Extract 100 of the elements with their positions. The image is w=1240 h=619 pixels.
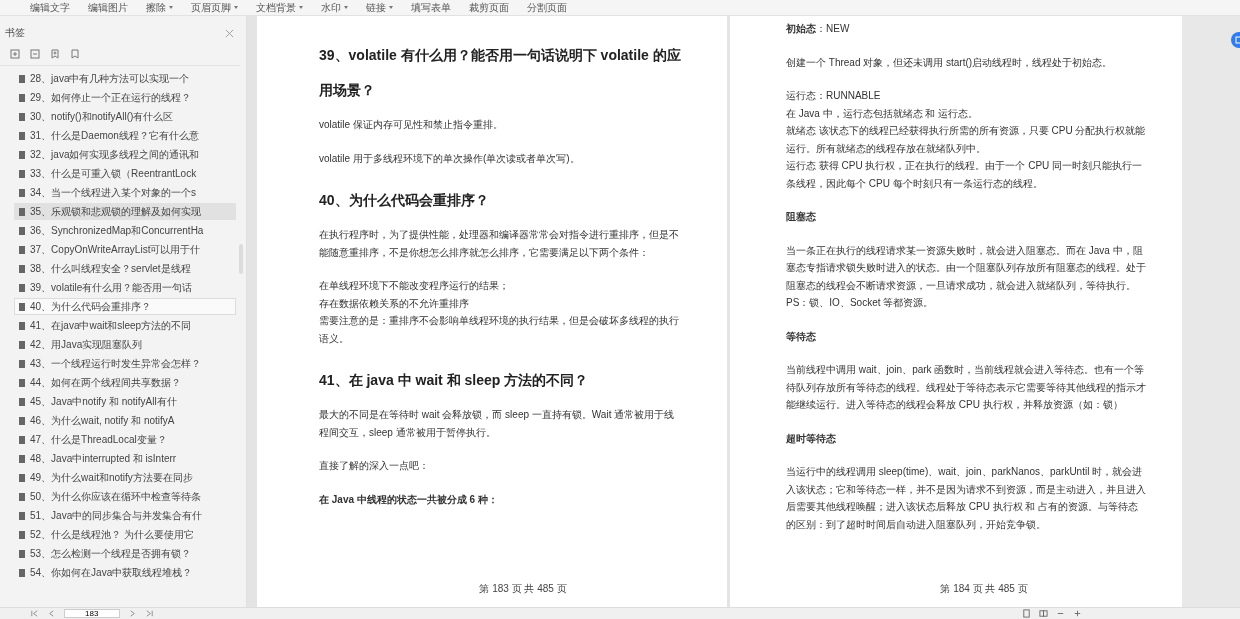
bookmark-item[interactable]: 44、如何在两个线程间共享数据？	[14, 374, 236, 391]
expand-icon[interactable]	[10, 49, 20, 59]
toolbar-button[interactable]: 编辑图片	[86, 1, 130, 14]
bookmark-item[interactable]: 47、什么是ThreadLocal变量？	[14, 431, 236, 448]
bookmark-icon	[19, 74, 25, 83]
bookmark-label: 28、java中有几种方法可以实现一个	[30, 71, 190, 86]
bookmark-item[interactable]: 32、java如何实现多线程之间的通讯和	[14, 146, 236, 163]
bookmark-item[interactable]: 48、Java中interrupted 和 isInterr	[14, 450, 236, 467]
bookmark-item[interactable]: 45、Java中notify 和 notifyAll有什	[14, 393, 236, 410]
paragraph-text: PS：锁、IO、Socket 等都资源。	[786, 296, 935, 310]
bookmark-icon	[19, 511, 25, 520]
bookmark-item[interactable]: 29、如何停止一个正在运行的线程？	[14, 89, 236, 106]
paragraph-text: volatile 用于多线程环境下的单次操作(单次读或者单次写)。	[319, 151, 581, 166]
bookmark-label: 33、什么是可重入锁（ReentrantLock	[30, 166, 197, 181]
paragraph-text: 当一条正在执行的线程请求某一资源失败时，就会进入阻塞态。而在 Java 中，阻塞态专指请求锁失败时进入的状态。由一个阻塞队列存放所有阻塞态的线程。处于阻塞态的线程会不断请求资源，一旦请求成功，就会进入就绪队列，等待执行。	[786, 243, 1147, 293]
first-page-icon[interactable]	[30, 609, 39, 618]
bookmark-icon	[19, 473, 25, 482]
section-heading: 41、在 java 中 wait 和 sleep 方法的不同？	[319, 371, 590, 390]
bookmark-item[interactable]: 36、SynchronizedMap和ConcurrentHa	[14, 222, 236, 239]
paragraph-text: 直接了解的深入一点吧：	[319, 459, 430, 473]
bookmark-icon	[19, 530, 25, 539]
bookmark-item[interactable]: 53、怎么检测一个线程是否拥有锁？	[14, 545, 236, 562]
bookmark-label: 53、怎么检测一个线程是否拥有锁？	[30, 546, 192, 561]
bookmark-item[interactable]: 49、为什么wait和notify方法要在同步	[14, 469, 236, 486]
bookmark-item[interactable]: 51、Java中的同步集合与并发集合有什	[14, 507, 236, 524]
panel-title: 书签	[5, 26, 25, 40]
paragraph-text: 存在数据依赖关系的不允许重排序	[319, 296, 470, 311]
bookmark-item[interactable]: 40、为什么代码会重排序？	[14, 298, 236, 315]
bookmark-label: 38、什么叫线程安全？servlet是线程	[30, 261, 191, 276]
bookmark-item[interactable]: 54、你如何在Java中获取线程堆栈？	[14, 564, 236, 581]
section-heading: 39、volatile 有什么用？能否用一句话说明下 volatile 的应用场景？	[319, 46, 681, 100]
toolbar-button[interactable]: 擦除	[144, 1, 175, 14]
toolbar-button[interactable]: 分割页面	[525, 1, 569, 14]
page-number: 第 183 页 共 485 页	[479, 581, 567, 596]
bookmark-icon	[19, 207, 25, 216]
caret-icon	[344, 6, 348, 9]
paragraph-text: 当前线程中调用 wait、join、park 函数时，当前线程就会进入等待态。也有一个等待队列存放所有等待态的线程。线程处于等待态表示它需要等待其他线程的指示才能继续运行。进入等待态的线程会释放 CPU 执行权，并释放资源（如：锁）	[786, 363, 1147, 412]
close-icon[interactable]	[225, 28, 234, 38]
bookmark-icon	[19, 454, 25, 463]
bookmark-item[interactable]: 30、notify()和notifyAll()有什么区	[14, 108, 236, 125]
last-page-icon[interactable]	[145, 609, 154, 618]
toolbar-button[interactable]: 链接	[364, 1, 395, 14]
bookmark-icon[interactable]	[70, 49, 80, 59]
paragraph-text: 运行态：RUNNABLE	[786, 89, 882, 103]
bookmark-icon	[19, 226, 25, 235]
bookmark-label: 42、用Java实现阻塞队列	[30, 337, 143, 352]
bookmark-item[interactable]: 34、当一个线程进入某个对象的一个s	[14, 184, 236, 201]
add-bookmark-icon[interactable]	[50, 49, 60, 59]
double-page-icon[interactable]	[1039, 609, 1048, 618]
bookmark-icon	[19, 112, 25, 121]
bookmark-label: 31、什么是Daemon线程？它有什么意	[30, 128, 199, 143]
bookmark-item[interactable]: 42、用Java实现阻塞队列	[14, 336, 236, 353]
toolbar-button[interactable]: 水印	[319, 1, 350, 14]
collapse-icon[interactable]	[30, 49, 40, 59]
bookmark-label: 34、当一个线程进入某个对象的一个s	[30, 185, 197, 200]
bookmark-item[interactable]: 38、什么叫线程安全？servlet是线程	[14, 260, 236, 277]
single-page-icon[interactable]	[1022, 609, 1031, 618]
bookmark-label: 41、在java中wait和sleep方法的不同	[30, 318, 192, 333]
bookmark-item[interactable]: 52、什么是线程池？ 为什么要使用它	[14, 526, 236, 543]
bookmark-label: 54、你如何在Java中获取线程堆栈？	[30, 565, 193, 580]
subheading: 超时等待态	[786, 431, 837, 446]
toolbar-button[interactable]: 编辑文字	[28, 1, 72, 14]
bookmark-icon	[19, 321, 25, 330]
bookmark-label: 47、什么是ThreadLocal变量？	[30, 432, 167, 447]
bookmark-label: 46、为什么wait, notify 和 notifyA	[30, 413, 175, 428]
bookmark-item[interactable]: 37、CopyOnWriteArrayList可以用于什	[14, 241, 236, 258]
next-page-icon[interactable]	[128, 609, 137, 618]
bookmark-item[interactable]: 46、为什么wait, notify 和 notifyA	[14, 412, 236, 429]
bookmark-item[interactable]: 35、乐观锁和悲观锁的理解及如何实现	[14, 203, 236, 220]
bookmark-label: 32、java如何实现多线程之间的通讯和	[30, 147, 200, 162]
paragraph-text: 在执行程序时，为了提供性能，处理器和编译器常常会对指令进行重排序，但是不能随意重排序，不是你想怎么排序就怎么排序，它需要满足以下两个条件：	[319, 228, 680, 260]
bookmark-label: 35、乐观锁和悲观锁的理解及如何实现	[30, 204, 202, 219]
bookmark-icon	[19, 150, 25, 159]
paragraph-text: 就绪态 该状态下的线程已经获得执行所需的所有资源，只要 CPU 分配执行权就能运行。所有就绪态的线程存放在就绪队列中。	[786, 124, 1147, 156]
bookmark-label: 40、为什么代码会重排序？	[30, 299, 152, 314]
bookmark-item[interactable]: 28、java中有几种方法可以实现一个	[14, 70, 236, 87]
bookmark-item[interactable]: 33、什么是可重入锁（ReentrantLock	[14, 165, 236, 182]
toolbar-button[interactable]: 裁剪页面	[467, 1, 511, 14]
bookmark-item[interactable]: 39、volatile有什么用？能否用一句话	[14, 279, 236, 296]
bookmark-icon	[19, 435, 25, 444]
bookmark-icon	[19, 169, 25, 178]
bookmark-label: 45、Java中notify 和 notifyAll有什	[30, 394, 177, 409]
bookmark-icon	[19, 283, 25, 292]
bookmark-label: 43、一个线程运行时发生异常会怎样？	[30, 356, 202, 371]
paragraph-text: 在 Java 中，运行态包括就绪态 和 运行态。	[786, 106, 980, 121]
bookmark-icon	[19, 378, 25, 387]
bookmark-label: 50、为什么你应该在循环中检查等待条	[30, 489, 202, 504]
page-number-field[interactable]: 183	[64, 609, 120, 618]
bookmark-item[interactable]: 41、在java中wait和sleep方法的不同	[14, 317, 236, 334]
toolbar-button[interactable]: 文档背景	[254, 1, 305, 14]
toolbar-button[interactable]: 填写表单	[409, 1, 453, 14]
bookmark-label: 49、为什么wait和notify方法要在同步	[30, 470, 193, 485]
zoom-in-icon[interactable]	[1073, 609, 1082, 618]
caret-icon	[169, 6, 173, 9]
previous-page-icon[interactable]	[47, 609, 56, 618]
bookmark-item[interactable]: 31、什么是Daemon线程？它有什么意	[14, 127, 236, 144]
bookmark-item[interactable]: 50、为什么你应该在循环中检查等待条	[14, 488, 236, 505]
toolbar-button[interactable]: 页眉页脚	[189, 1, 240, 14]
bookmark-item[interactable]: 43、一个线程运行时发生异常会怎样？	[14, 355, 236, 372]
bookmark-icon	[19, 264, 25, 273]
